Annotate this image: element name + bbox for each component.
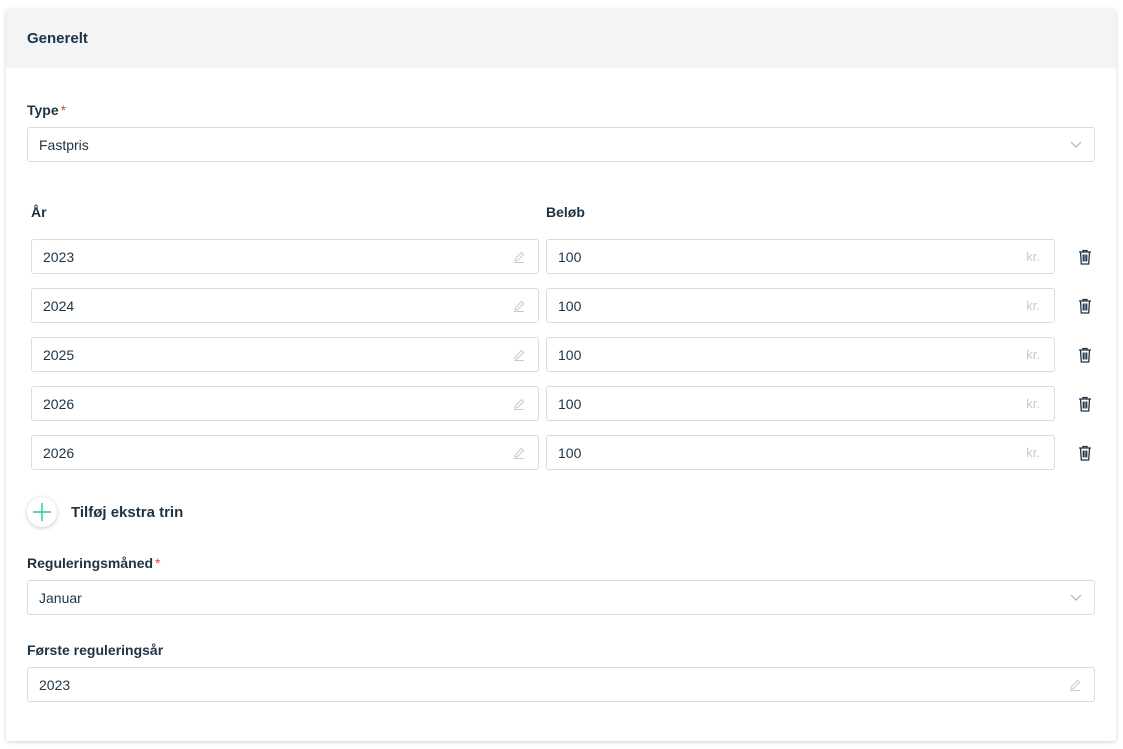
card-header: Generelt xyxy=(6,9,1116,68)
pencil-icon xyxy=(514,300,525,312)
section-title: Generelt xyxy=(27,30,88,47)
trash-icon[interactable] xyxy=(1078,445,1092,461)
currency-unit: kr. xyxy=(1026,396,1040,411)
pencil-icon xyxy=(514,447,525,459)
required-mark: * xyxy=(155,555,161,571)
year-input[interactable]: 2026 xyxy=(31,435,539,470)
year-column-label: År xyxy=(31,204,47,220)
add-step-circle[interactable] xyxy=(27,497,57,527)
trash-icon[interactable] xyxy=(1078,396,1092,412)
pencil-icon xyxy=(514,349,525,361)
currency-unit: kr. xyxy=(1026,249,1040,264)
type-select[interactable]: Fastpris xyxy=(27,127,1095,162)
trash-icon[interactable] xyxy=(1078,298,1092,314)
amount-input[interactable]: 100 kr. xyxy=(546,435,1055,470)
chevron-down-icon xyxy=(1070,594,1082,601)
regulation-month-select[interactable]: Januar xyxy=(27,580,1095,615)
regulation-month-label: Reguleringsmåned * xyxy=(27,555,161,571)
amount-input[interactable]: 100 kr. xyxy=(546,288,1055,323)
currency-unit: kr. xyxy=(1026,445,1040,460)
pencil-icon xyxy=(514,398,525,410)
trash-icon[interactable] xyxy=(1078,347,1092,363)
trash-icon[interactable] xyxy=(1078,249,1092,265)
currency-unit: kr. xyxy=(1026,347,1040,362)
year-input[interactable]: 2026 xyxy=(31,386,539,421)
required-mark: * xyxy=(60,102,67,118)
plus-icon xyxy=(33,503,51,521)
amount-input[interactable]: 100 kr. xyxy=(546,337,1055,372)
amount-input[interactable]: 100 kr. xyxy=(546,239,1055,274)
year-input[interactable]: 2024 xyxy=(31,288,539,323)
first-regulation-year-input[interactable]: 2023 xyxy=(27,667,1095,702)
currency-unit: kr. xyxy=(1026,298,1040,313)
pencil-icon xyxy=(1070,679,1081,691)
add-step-label: Tilføj ekstra trin xyxy=(71,503,184,521)
pencil-icon xyxy=(514,251,525,263)
year-input[interactable]: 2025 xyxy=(31,337,539,372)
general-card: Generelt Type * Fastpris År Beløb 2023 10… xyxy=(6,9,1116,741)
add-step-button[interactable]: Tilføj ekstra trin xyxy=(27,497,183,527)
year-input[interactable]: 2023 xyxy=(31,239,539,274)
type-label: Type * xyxy=(27,102,67,118)
amount-input[interactable]: 100 kr. xyxy=(546,386,1055,421)
chevron-down-icon xyxy=(1070,141,1082,148)
first-regulation-year-label: Første reguleringsår xyxy=(27,642,164,658)
amount-column-label: Beløb xyxy=(546,204,585,220)
